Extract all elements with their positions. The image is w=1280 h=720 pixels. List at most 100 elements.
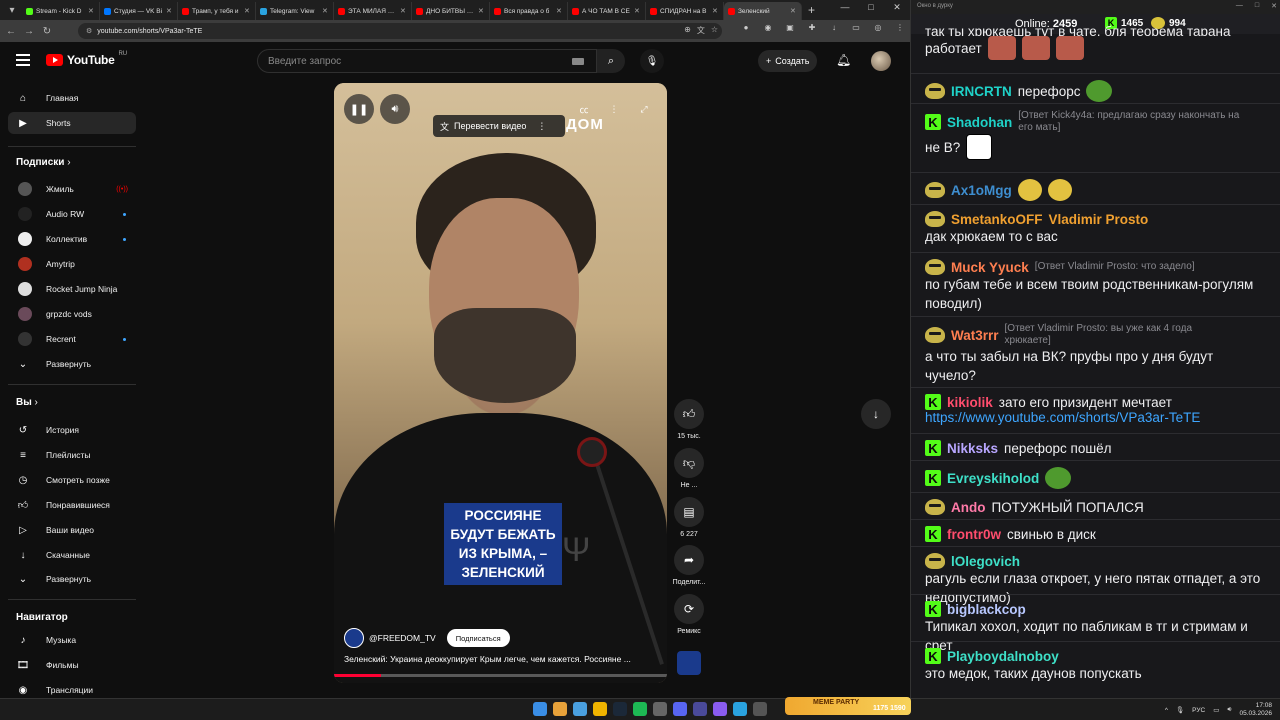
media-icon[interactable]: [693, 702, 707, 716]
volume-tray-icon[interactable]: 🔊︎: [1227, 706, 1231, 714]
channel-name[interactable]: @FREEDOM_TV: [369, 633, 436, 643]
sidebar-item[interactable]: 👍︎ Понравившиеся: [8, 494, 136, 516]
sidebar-item[interactable]: Жмиль ((•)): [8, 178, 136, 200]
tray-chevron-icon[interactable]: ^: [1165, 707, 1168, 714]
fullscreen-icon[interactable]: ⤢: [635, 100, 653, 118]
chat-username[interactable]: lOlegovich: [951, 554, 1020, 569]
mentioned-username[interactable]: Vladimir Prosto: [1049, 212, 1149, 227]
tab-close-icon[interactable]: ✕: [478, 7, 485, 15]
browser-tab[interactable]: Трамп, у тебя и ✕: [178, 2, 256, 20]
more-options-icon[interactable]: ⋮: [605, 100, 623, 118]
tab-close-icon[interactable]: ✕: [88, 7, 95, 15]
game-overlay-widget[interactable]: MEME PARTY 1175 1590: [785, 697, 911, 715]
next-short-button[interactable]: ↓: [861, 399, 891, 429]
bookmark-star-icon[interactable]: ☆: [711, 25, 718, 36]
you-heading[interactable]: Вы ›: [16, 397, 38, 408]
chat-link[interactable]: https://www.youtube.com/shorts/VPa3ar-Te…: [925, 410, 1267, 425]
guide-menu-icon[interactable]: [16, 54, 30, 66]
sidebar-item[interactable]: Rocket Jump Ninja: [8, 278, 136, 300]
chrome-icon[interactable]: [553, 702, 567, 716]
sidebar-item[interactable]: Audio RW: [8, 203, 136, 225]
sidebar-item[interactable]: ↺ История: [8, 419, 136, 441]
profile-icon[interactable]: ◎: [872, 23, 884, 35]
browser-tab[interactable]: Студия — VK Bi ✕: [100, 2, 178, 20]
create-button[interactable]: + Создать: [758, 50, 818, 72]
chat-username[interactable]: frontr0w: [947, 527, 1001, 542]
explorer-icon[interactable]: [593, 702, 607, 716]
sidebar-item[interactable]: ≡ Плейлисты: [8, 444, 136, 466]
puzzle-icon[interactable]: ✚: [806, 23, 818, 35]
tab-close-icon[interactable]: ✕: [244, 7, 251, 15]
forward-icon[interactable]: →: [22, 26, 36, 37]
sidebar-item[interactable]: ⌂ Главная: [8, 87, 136, 109]
sidebar-item[interactable]: ◷ Смотреть позже: [8, 469, 136, 491]
tab-close-icon[interactable]: ✕: [166, 7, 173, 15]
subscriptions-heading[interactable]: Подписки ›: [16, 157, 71, 168]
browser-tab[interactable]: Telegram: View ✕: [256, 2, 334, 20]
app-icon[interactable]: [713, 702, 727, 716]
account-avatar[interactable]: [871, 51, 891, 71]
subscribe-button[interactable]: Подписаться: [446, 629, 510, 647]
discord-icon[interactable]: [673, 702, 687, 716]
app-icon[interactable]: [753, 702, 767, 716]
new-tab-icon[interactable]: +: [808, 3, 815, 17]
tab-close-icon[interactable]: ✕: [322, 7, 329, 15]
tab-close-icon[interactable]: ✕: [556, 7, 563, 15]
sidebar-item[interactable]: Amytrip: [8, 253, 136, 275]
chat-username[interactable]: Nikksks: [947, 441, 998, 456]
browser-tab[interactable]: СПИДРАН на В ✕: [646, 2, 724, 20]
sidebar-item[interactable]: ▶ Shorts: [8, 112, 136, 134]
translate-menu-icon[interactable]: ⋮: [537, 121, 546, 132]
download-icon[interactable]: ↓: [828, 23, 840, 35]
sidebar-item[interactable]: ↓ Скачанные: [8, 544, 136, 566]
audio-source-thumbnail[interactable]: [672, 651, 706, 675]
search-button[interactable]: ⌕: [597, 49, 625, 73]
extension-icon[interactable]: ▣: [784, 23, 796, 35]
telegram-icon[interactable]: [733, 702, 747, 716]
chat-username[interactable]: IRNCRTN: [951, 84, 1012, 99]
share-action[interactable]: ➦ Поделит...: [672, 545, 706, 586]
remix-action[interactable]: ⟳ Ремикс: [672, 594, 706, 635]
close-icon[interactable]: ✕: [1271, 2, 1277, 10]
chat-username[interactable]: Playboydalnoboy: [947, 649, 1059, 664]
sidebar-item[interactable]: ◉ Трансляции: [8, 679, 136, 698]
sidebar-item[interactable]: 🎞︎ Фильмы: [8, 654, 136, 676]
network-icon[interactable]: ▭: [1213, 706, 1219, 714]
dislike-action[interactable]: 👎︎ Не ...: [672, 448, 706, 489]
obs-icon[interactable]: [653, 702, 667, 716]
sidebar-item[interactable]: ▷ Ваши видео: [8, 519, 136, 541]
site-info-icon[interactable]: ⚙: [86, 27, 92, 35]
comments-action[interactable]: ▤ 6 227: [672, 497, 706, 538]
tab-close-icon[interactable]: ✕: [790, 7, 797, 15]
youtube-logo[interactable]: YouTube RU: [46, 51, 127, 67]
chat-username[interactable]: Muck Yyuck: [951, 260, 1029, 275]
sidebar-item[interactable]: grpzdc vods: [8, 303, 136, 325]
sidebar-item[interactable]: ♪ Музыка: [8, 629, 136, 651]
channel-avatar[interactable]: [344, 628, 364, 648]
url-field[interactable]: ⚙ youtube.com/shorts/VPa3ar-TeTE ⊕ 文 ☆: [78, 23, 722, 39]
translate-video-button[interactable]: 文 Перевести видео ⋮: [433, 115, 565, 137]
video-title[interactable]: Зеленский: Украина деоккупирует Крым лег…: [344, 654, 649, 664]
pause-button[interactable]: ❚❚: [344, 94, 374, 124]
sidebar-icon[interactable]: ▭: [850, 23, 862, 35]
input-language[interactable]: РУС: [1192, 707, 1205, 714]
browser-tab[interactable]: ДНО БИТВЫ ЭК ✕: [412, 2, 490, 20]
maximize-icon[interactable]: □: [858, 2, 884, 13]
chat-username[interactable]: Ax1oMgg: [951, 183, 1012, 198]
chat-username[interactable]: Evreyskiholod: [947, 471, 1039, 486]
tab-close-icon[interactable]: ✕: [712, 7, 719, 15]
tab-close-icon[interactable]: ✕: [400, 7, 407, 15]
clock[interactable]: 17:08 05.03.2026: [1239, 702, 1272, 718]
voice-search-button[interactable]: 🎙: [640, 49, 664, 73]
browser-tab[interactable]: Зеленский ✕: [724, 2, 802, 20]
volume-button[interactable]: 🔊︎: [380, 94, 410, 124]
minimize-icon[interactable]: —: [1236, 2, 1243, 10]
browser-tab[interactable]: Вся правда о б ✕: [490, 2, 568, 20]
minimize-icon[interactable]: —: [832, 2, 858, 13]
menu-icon[interactable]: ⋮: [894, 23, 906, 35]
chat-username[interactable]: Ando: [951, 500, 986, 515]
lens-icon[interactable]: ⊕: [684, 25, 691, 36]
steam-icon[interactable]: [613, 702, 627, 716]
chat-username[interactable]: Shadohan: [947, 115, 1012, 130]
app-icon[interactable]: [573, 702, 587, 716]
